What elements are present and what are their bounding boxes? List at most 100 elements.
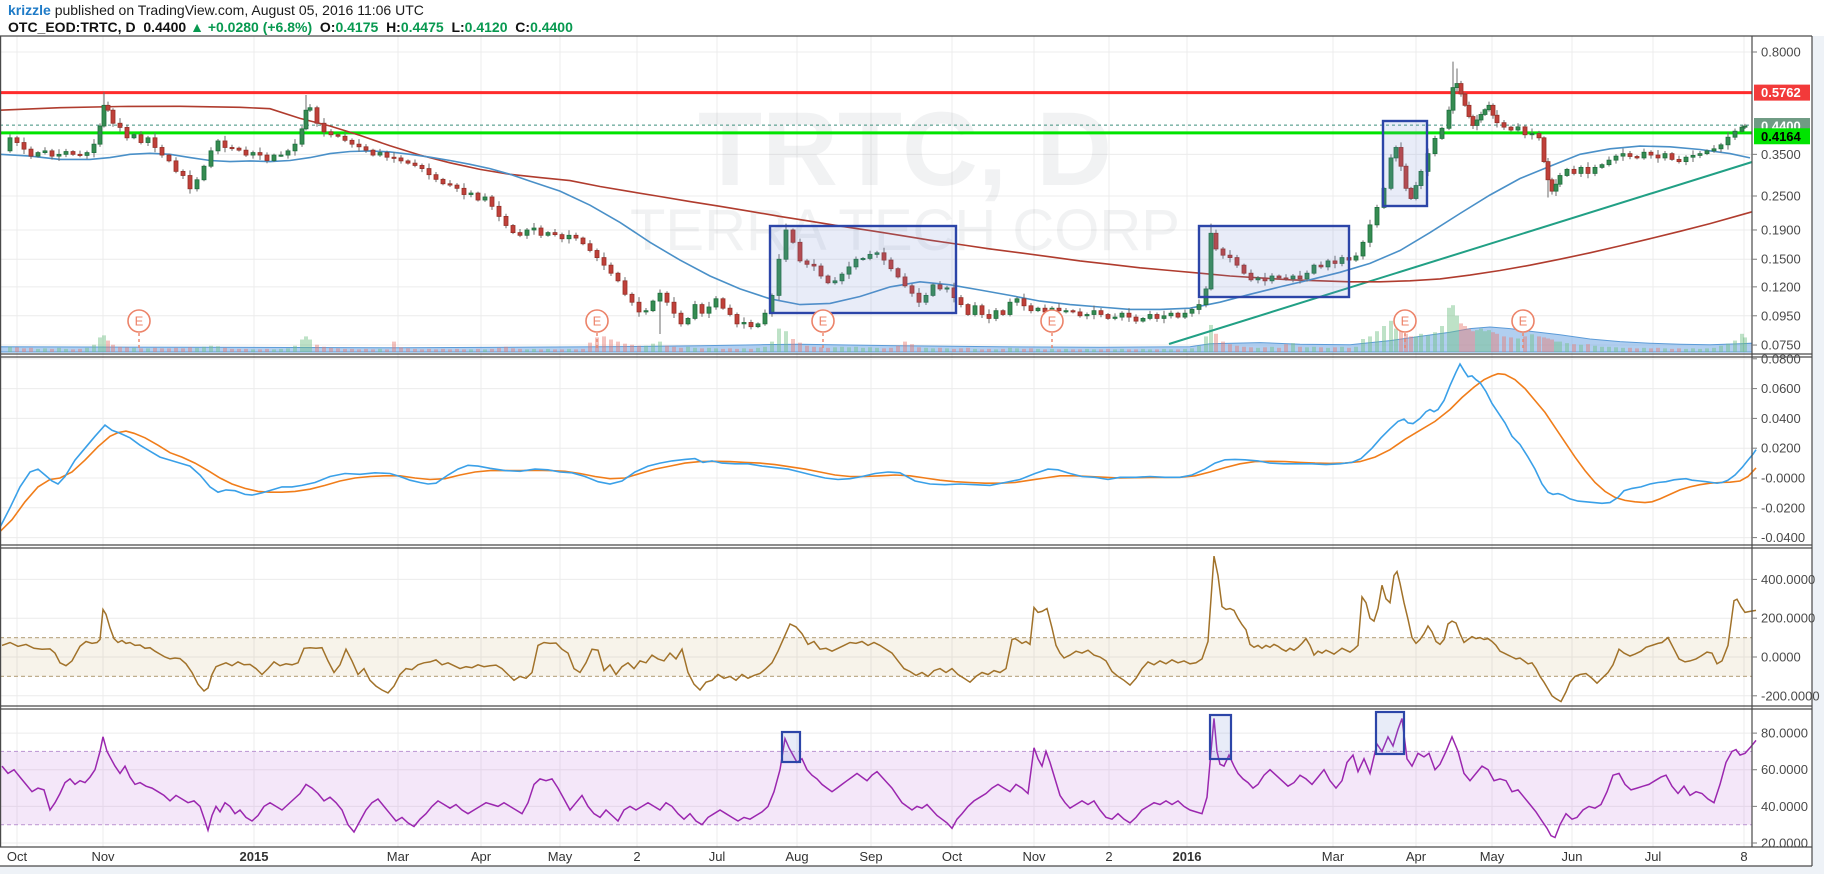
- candle-body: [328, 131, 334, 136]
- volume-bar: [1719, 345, 1723, 352]
- candle-body: [173, 160, 179, 172]
- volume-bar: [1691, 348, 1695, 352]
- volume-bar: [85, 347, 89, 352]
- candle-body: [1578, 166, 1584, 174]
- volume-bar: [1085, 348, 1089, 352]
- annotation-box[interactable]: [1374, 710, 1406, 756]
- candle-body: [447, 183, 453, 186]
- scale-tick-label: 200.0000: [1761, 611, 1815, 626]
- volume-bar: [1726, 343, 1730, 352]
- volume-bar: [1433, 332, 1437, 352]
- candle-body: [1360, 241, 1366, 257]
- volume-bar: [1197, 345, 1201, 352]
- candle-body: [664, 292, 670, 303]
- time-axis-label: Oct: [942, 849, 963, 864]
- volume-bar: [658, 341, 662, 352]
- volume-bar: [1523, 336, 1527, 352]
- candle-body: [271, 154, 277, 161]
- candle-body: [1549, 179, 1555, 192]
- volume-bar: [1071, 349, 1075, 352]
- annotation-box[interactable]: [780, 730, 802, 764]
- volume-bar: [1270, 346, 1274, 352]
- volume-bar: [153, 347, 157, 352]
- volume-bar: [167, 348, 171, 352]
- candle-body: [552, 232, 558, 236]
- candle-body: [159, 147, 165, 156]
- volume-bar: [1375, 331, 1379, 352]
- volume-bar: [1733, 340, 1737, 352]
- annotation-box[interactable]: [768, 224, 958, 315]
- volume-bar: [1463, 326, 1467, 352]
- volume-bar: [1558, 341, 1562, 352]
- annotation-box[interactable]: [1197, 224, 1351, 299]
- volume-bar: [427, 348, 431, 352]
- candle-body: [419, 165, 425, 169]
- candle-body: [1599, 164, 1605, 168]
- volume-bar: [1542, 337, 1546, 352]
- candle-body: [1606, 159, 1612, 166]
- volume-bar: [1169, 349, 1173, 352]
- candle-body: [250, 152, 256, 156]
- candle-body: [1070, 310, 1076, 313]
- candle-body: [1077, 311, 1083, 317]
- candle-body: [1508, 126, 1514, 131]
- candle-body: [1091, 310, 1097, 315]
- volume-bar: [455, 348, 459, 352]
- annotation-box[interactable]: [1381, 119, 1429, 208]
- volume-bar: [1455, 315, 1459, 352]
- scale-tick-label: 0.0000: [1761, 650, 1801, 665]
- candle-body: [1490, 104, 1496, 116]
- candle-body: [229, 147, 235, 150]
- volume-bar: [609, 339, 613, 352]
- candle-body: [84, 152, 90, 156]
- candle-body: [1482, 109, 1488, 115]
- candle-body: [454, 184, 460, 189]
- volume-bar: [1078, 349, 1082, 352]
- volume-bar: [29, 347, 33, 352]
- chart-canvas[interactable]: TRTC, DTERRA TECH CORPEEEEEE0.80000.3500…: [0, 0, 1824, 874]
- volume-bar: [188, 347, 192, 352]
- volume-bar: [1593, 345, 1597, 352]
- candle-body: [1739, 126, 1745, 132]
- candle-body: [1014, 298, 1020, 303]
- candle-body: [377, 152, 383, 156]
- volume-bar: [1050, 348, 1054, 352]
- volume-bar: [1354, 346, 1358, 352]
- volume-bar: [770, 341, 774, 352]
- scale-tick-label: -200.0000: [1761, 688, 1820, 703]
- volume-bar: [826, 347, 830, 352]
- volume-bar: [469, 349, 473, 352]
- candle-body: [587, 243, 593, 251]
- volume-bar: [903, 341, 907, 352]
- candle-body: [1564, 168, 1570, 176]
- candle-body: [101, 104, 107, 127]
- volume-bar: [483, 349, 487, 352]
- candle-body: [1501, 122, 1507, 128]
- volume-bar: [1162, 348, 1166, 352]
- volume-bar: [1120, 348, 1124, 352]
- volume-bar: [735, 348, 739, 352]
- candle-body: [482, 196, 488, 201]
- tradingview-published-chart: krizzle published on TradingView.com, Au…: [0, 0, 1824, 874]
- time-scale[interactable]: Oct Nov 2015 Mar Apr May 2 Jul Aug Sep Oct Nov 2 2016…: [7, 849, 1748, 864]
- volume-bar: [679, 347, 683, 352]
- candle-body: [215, 140, 221, 152]
- volume-bar: [1298, 346, 1302, 352]
- candle-body: [1634, 156, 1640, 159]
- volume-bar: [1043, 349, 1047, 352]
- time-axis-label: 2: [633, 849, 640, 864]
- scale-tick-label: 0.2500: [1761, 188, 1801, 203]
- candle-body: [1571, 168, 1577, 174]
- annotation-box[interactable]: [1208, 713, 1233, 761]
- candle-body: [398, 157, 404, 162]
- volume-bar: [195, 347, 199, 352]
- candle-body: [440, 178, 446, 185]
- volume-bar: [1064, 348, 1068, 352]
- volume-bar: [272, 349, 276, 352]
- candle-body: [1704, 150, 1710, 155]
- candle-body: [475, 192, 481, 201]
- candle-body: [1063, 310, 1069, 313]
- candle-body: [412, 162, 418, 166]
- volume-bar: [1394, 328, 1398, 352]
- candle-body: [285, 150, 291, 156]
